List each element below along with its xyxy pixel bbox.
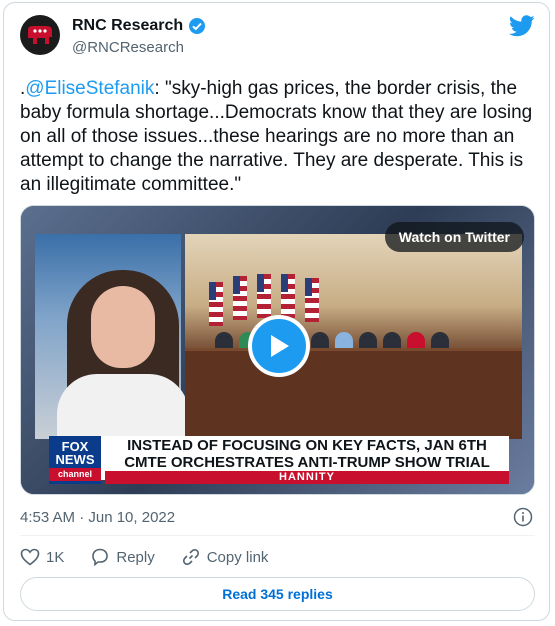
reply-icon [92,548,109,567]
divider [20,535,535,536]
network-logo-top: FOX [61,438,89,454]
hearing-dais [185,348,522,439]
elephant-logo-icon [28,26,52,44]
show-name: HANNITY [105,471,509,484]
flag [233,276,247,320]
play-button[interactable] [248,315,310,377]
watch-on-twitter-button[interactable]: Watch on Twitter [384,222,524,252]
tweet-card: RNC Research @RNCResearch .@EliseStefani… [3,2,550,621]
video-player[interactable]: Watch on Twitter FOX NEWS channel INSTEA… [20,205,535,495]
guest-panel [35,234,189,467]
news-headline: INSTEAD OF FOCUSING ON KEY FACTS, JAN 6T… [124,437,490,471]
flag [281,274,295,318]
reply-button[interactable]: Reply [90,547,155,567]
link-icon [182,548,199,566]
read-replies-button[interactable]: Read 345 replies [20,577,535,611]
account-handle[interactable]: @RNCResearch [72,39,184,56]
like-button[interactable]: 1K [20,548,64,566]
action-bar: 1K Reply Copy link [20,547,294,567]
flag [305,278,319,322]
info-icon[interactable] [513,507,533,527]
copy-link-button[interactable]: Copy link [181,547,269,567]
like-count: 1K [46,548,65,566]
network-logo-bottom: channel [49,467,101,481]
tweet-timestamp[interactable]: 4:53 AM · Jun 10, 2022 [20,509,175,526]
flag [209,282,223,326]
guest-face [91,286,155,368]
play-icon [271,335,289,357]
account-name[interactable]: RNC Research [72,17,183,35]
network-logo-mid: NEWS [55,451,95,467]
network-logo: FOX NEWS channel [49,436,101,484]
reply-label: Reply [116,548,155,566]
mention-link[interactable]: @EliseStefanik [25,78,154,99]
copy-link-label: Copy link [206,548,269,566]
heart-icon [20,548,40,566]
account-name-row[interactable]: RNC Research [72,17,206,35]
hearing-room-panel [185,234,522,439]
avatar[interactable] [20,15,60,55]
verified-badge-icon [189,18,206,34]
twitter-bird-icon[interactable] [509,15,535,37]
tweet-text: .@EliseStefanik: "sky-high gas prices, t… [20,77,535,197]
flag [257,274,271,318]
